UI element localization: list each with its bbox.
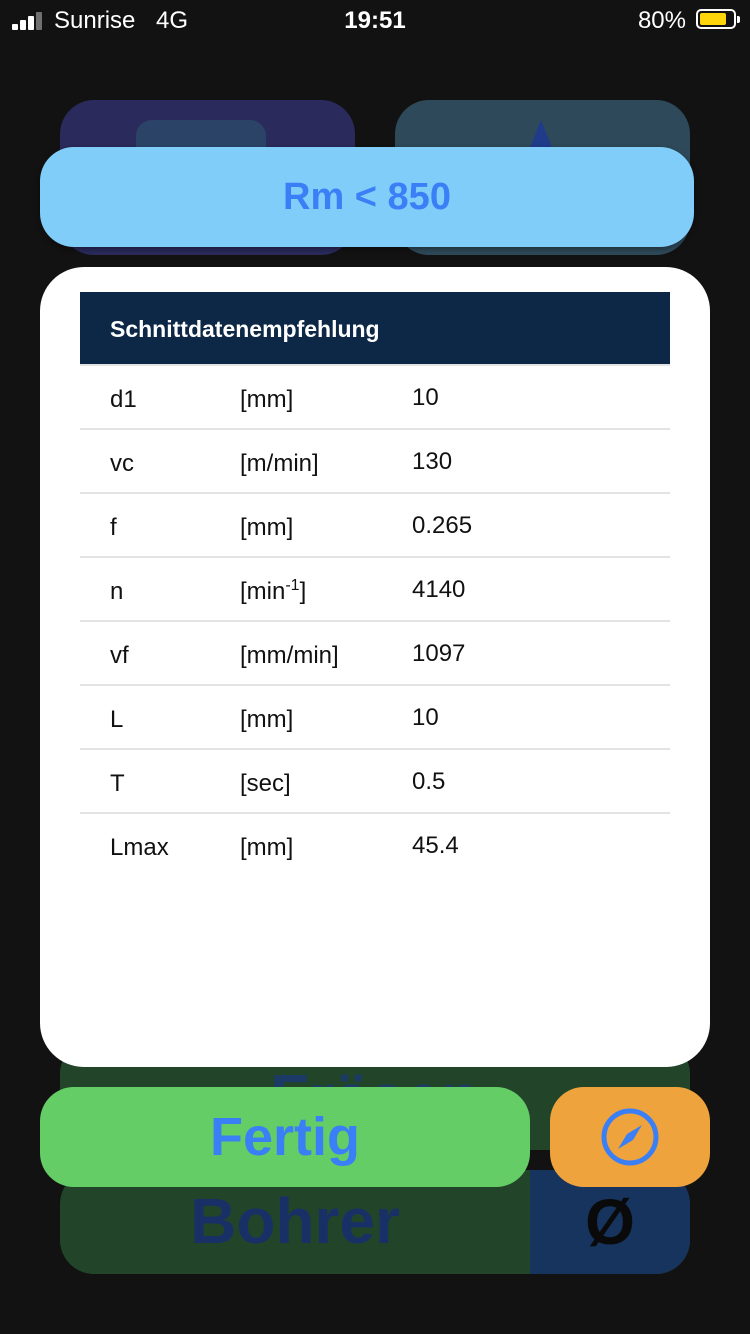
param-unit: [m/min]: [240, 450, 319, 477]
param-value: 10: [412, 704, 439, 731]
param-unit: [mm]: [240, 706, 294, 733]
done-button[interactable]: Fertig: [40, 1087, 530, 1187]
param-unit: [mm]: [240, 834, 294, 861]
battery-icon: [696, 9, 740, 29]
param-unit: [mm/min]: [240, 642, 339, 669]
param-name: L: [110, 706, 124, 733]
param-unit: [mm]: [240, 386, 294, 413]
compass-icon: [601, 1108, 659, 1166]
table-row: d1 [mm] 10: [80, 364, 670, 428]
table-row: T [sec] 0.5: [80, 748, 670, 812]
param-name: Lmax: [110, 834, 169, 861]
param-name: T: [110, 770, 125, 797]
table-row: vf [mm/min] 1097: [80, 620, 670, 684]
compass-button[interactable]: [550, 1087, 710, 1187]
param-value: 45.4: [412, 832, 459, 859]
param-name: vc: [110, 450, 134, 477]
param-value: 4140: [412, 576, 466, 603]
param-value: 130: [412, 448, 453, 475]
param-value: 1097: [412, 640, 466, 667]
param-name: f: [110, 514, 117, 541]
table-row: f [mm] 0.265: [80, 492, 670, 556]
cutting-data-card: Schnittdatenempfehlung d1 [mm] 10 vc [m/…: [40, 267, 710, 1067]
cutting-data-table: d1 [mm] 10 vc [m/min] 130 f [mm] 0.265 n…: [80, 364, 670, 876]
param-unit: [min-1]: [240, 577, 307, 606]
table-row: vc [m/min] 130: [80, 428, 670, 492]
material-strength-header: Rm < 850: [40, 147, 694, 247]
param-name: d1: [110, 386, 137, 413]
param-value: 0.5: [412, 768, 446, 795]
table-row: Lmax [mm] 45.4: [80, 812, 670, 876]
table-row: n [min-1] 4140: [80, 556, 670, 620]
param-unit: [mm]: [240, 514, 294, 541]
battery-fill: [700, 13, 726, 25]
status-bar: Sunrise 4G 19:51 80%: [0, 0, 750, 40]
table-title: Schnittdatenempfehlung: [80, 292, 670, 364]
battery-percent: 80%: [637, 7, 686, 34]
table-row: L [mm] 10: [80, 684, 670, 748]
param-value: 10: [412, 384, 439, 411]
screen: Sunrise 4G 19:51 80% Fräsen Bohrer Ø Rm …: [0, 0, 750, 1334]
param-name: vf: [110, 642, 129, 669]
param-unit: [sec]: [240, 770, 291, 797]
param-name: n: [110, 578, 124, 605]
background-tile-bohrer-label: Bohrer: [190, 1185, 400, 1257]
param-value: 0.265: [412, 512, 473, 539]
